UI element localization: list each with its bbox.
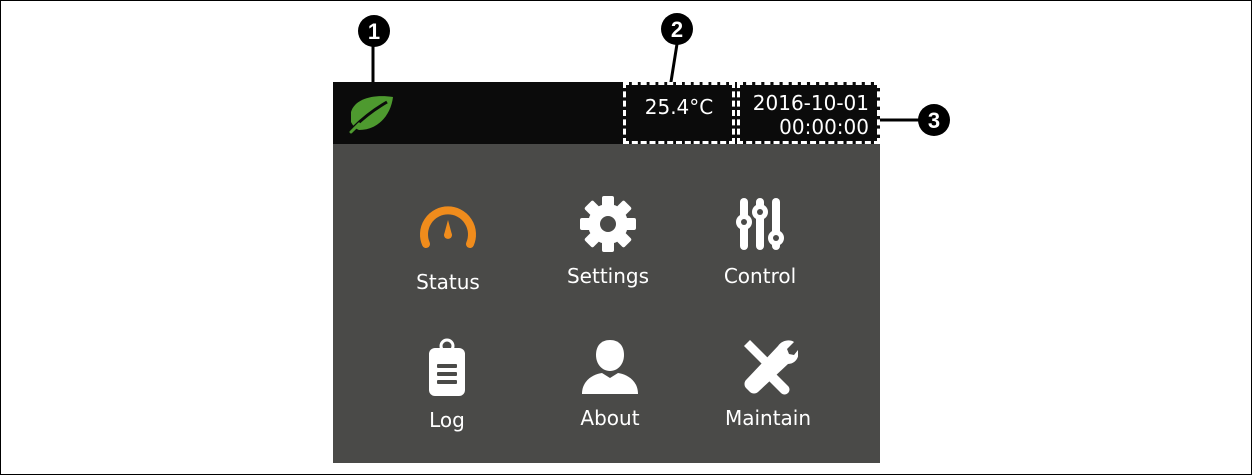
status-bar: 25.4°C 2016-10-01 00:00:00 <box>333 82 880 144</box>
callout-badge-1: 1 <box>358 15 390 47</box>
sliders-icon <box>736 198 784 250</box>
menu-item-status[interactable]: Status <box>378 200 518 310</box>
gear-icon <box>580 196 636 252</box>
callout-badge-2: 2 <box>661 13 693 45</box>
datetime-display: 2016-10-01 00:00:00 <box>737 82 880 144</box>
temperature-value: 25.4°C <box>644 95 714 119</box>
clipboard-icon <box>429 338 465 396</box>
callout-number-3: 3 <box>928 108 940 133</box>
menu-label-status: Status <box>416 270 480 294</box>
leaf-icon <box>349 96 393 134</box>
device-screen: 25.4°C 2016-10-01 00:00:00 Status Settin… <box>333 82 880 463</box>
menu-item-control[interactable]: Control <box>690 194 830 304</box>
callout-number-1: 1 <box>368 19 380 44</box>
menu-label-log: Log <box>429 408 465 432</box>
date-value: 2016-10-01 <box>752 91 869 115</box>
callout-badge-3: 3 <box>918 104 950 136</box>
temperature-display: 25.4°C <box>623 82 735 144</box>
user-icon <box>582 340 638 394</box>
menu-label-about: About <box>580 406 640 430</box>
callout-number-2: 2 <box>671 17 683 42</box>
menu-item-settings[interactable]: Settings <box>538 194 678 304</box>
menu-label-control: Control <box>723 264 797 288</box>
menu-item-maintain[interactable]: Maintain <box>698 336 838 446</box>
time-value: 00:00:00 <box>779 115 869 139</box>
menu-label-maintain: Maintain <box>724 406 812 430</box>
menu-item-about[interactable]: About <box>540 336 680 446</box>
menu-item-log[interactable]: Log <box>377 338 517 448</box>
tools-icon <box>744 340 798 395</box>
gauge-icon <box>420 206 476 248</box>
menu-label-settings: Settings <box>566 264 650 288</box>
